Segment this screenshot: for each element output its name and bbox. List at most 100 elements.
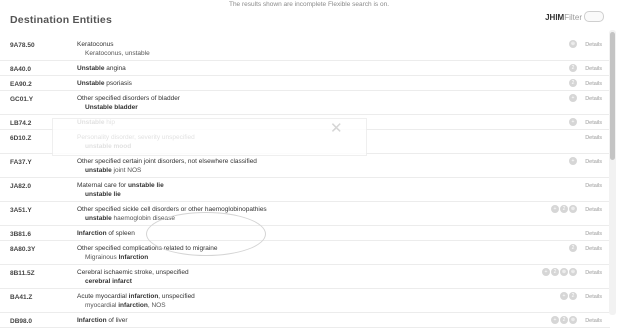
- text-part: psoriasis: [104, 80, 132, 87]
- entity-texts: Unstable psoriasis: [77, 76, 610, 90]
- hover-popup: ✕: [52, 118, 367, 156]
- entity-texts: Other specified certain joint disorders,…: [77, 154, 610, 177]
- entity-synonym: unstable lie: [77, 190, 610, 199]
- entity-status-icon[interactable]: +: [569, 157, 577, 166]
- entity-code: 3B81.6: [10, 231, 31, 238]
- entity-icons: +2 ⊗ ⊕: [541, 268, 577, 277]
- entity-synonym: Migrainous Infarction: [77, 253, 610, 262]
- details-link[interactable]: Details: [585, 80, 602, 89]
- jhim-filter-toggle[interactable]: JHIMFilter: [545, 11, 604, 22]
- details-link[interactable]: Details: [585, 95, 602, 104]
- entity-status-icon[interactable]: +: [551, 316, 559, 325]
- entity-row[interactable]: EA90.2 Unstable psoriasis 2 Details: [0, 76, 610, 91]
- entity-texts: Other specified disorders of bladder Unst…: [77, 91, 610, 114]
- details-link[interactable]: Details: [585, 119, 602, 128]
- details-link[interactable]: Details: [585, 269, 602, 278]
- details-link[interactable]: Details: [585, 158, 602, 167]
- entity-code: 3A51.Y: [10, 207, 32, 214]
- entity-row[interactable]: GC01.Y Other specified disorders of bladd…: [0, 91, 610, 115]
- filter-toggle-switch[interactable]: [584, 11, 604, 22]
- entity-title: Other specified sickle cell disorders or…: [77, 205, 610, 214]
- details-link[interactable]: Details: [585, 41, 602, 50]
- page-header: Destination Entities JHIMFilter: [10, 11, 604, 33]
- entity-title: Other specified certain joint disorders,…: [77, 157, 610, 166]
- details-link[interactable]: Details: [585, 293, 602, 302]
- text-part: unstable: [85, 215, 112, 222]
- entity-status-icon[interactable]: ⊗: [569, 205, 577, 214]
- text-part: cerebral infarct: [85, 278, 132, 285]
- entity-synonym: myocardial infarction, NOS: [77, 301, 610, 310]
- entity-status-icon[interactable]: +: [560, 292, 568, 301]
- text-part: of spleen: [106, 230, 135, 237]
- entity-icons: +: [568, 94, 577, 103]
- details-link[interactable]: Details: [585, 65, 602, 74]
- entity-texts: Keratoconus Keratoconus, unstable: [77, 37, 610, 60]
- entity-status-icon[interactable]: +: [569, 94, 577, 103]
- entity-code: FA37.Y: [10, 159, 32, 166]
- entity-row[interactable]: FA37.Y Other specified certain joint diso…: [0, 154, 610, 178]
- scrollbar-thumb[interactable]: [610, 32, 615, 160]
- details-link[interactable]: Details: [585, 317, 602, 326]
- entity-row[interactable]: JA82.0 Maternal care for unstable lie unst…: [0, 178, 610, 202]
- details-link[interactable]: Details: [585, 230, 602, 239]
- text-part: Keratoconus, unstable: [85, 50, 150, 57]
- entity-status-icon[interactable]: ⊗: [569, 316, 577, 325]
- entity-row[interactable]: 8A40.0 Unstable angina 2 Details: [0, 61, 610, 76]
- incomplete-results-notice: The results shown are incomplete Flexibl…: [228, 1, 390, 8]
- entity-icons: 2: [568, 244, 577, 253]
- destination-entities-list: 9A78.50 Keratoconus Keratoconus, unstable ⊕…: [0, 37, 610, 328]
- entity-code: JA82.0: [10, 183, 31, 190]
- entity-texts: Acute myocardial infarction, unspecified…: [77, 289, 610, 312]
- entity-code: GC01.Y: [10, 96, 34, 103]
- entity-row[interactable]: 3A51.Y Other specified sickle cell disord…: [0, 202, 610, 226]
- entity-icons: 2: [568, 79, 577, 88]
- entity-title: Unstable angina: [77, 64, 610, 73]
- text-part: Unstable bladder: [85, 104, 138, 111]
- entity-code: 8A80.3Y: [10, 246, 36, 253]
- entity-title: Maternal care for unstable lie: [77, 181, 610, 190]
- entity-title: Other specified disorders of bladder: [77, 94, 610, 103]
- entity-status-icon[interactable]: 2: [560, 205, 568, 214]
- entity-status-icon[interactable]: ⊗: [560, 268, 568, 277]
- entity-status-icon[interactable]: 2: [569, 244, 577, 253]
- entity-title: Cerebral ischaemic stroke, unspecified: [77, 268, 610, 277]
- text-part: Other specified certain joint disorders,…: [77, 158, 257, 165]
- entity-status-icon[interactable]: 2: [569, 79, 577, 88]
- entity-status-icon[interactable]: 2: [551, 268, 559, 277]
- entity-code: 8B11.5Z: [10, 270, 35, 277]
- entity-texts: Unstable angina: [77, 61, 610, 75]
- vertical-scrollbar[interactable]: [609, 30, 616, 315]
- entity-status-icon[interactable]: 2: [569, 64, 577, 73]
- entity-status-icon[interactable]: 2: [560, 316, 568, 325]
- text-part: Unstable: [77, 80, 105, 87]
- text-part: Unstable: [77, 65, 105, 72]
- entity-row[interactable]: BA41.Z Acute myocardial infarction, unspe…: [0, 289, 610, 313]
- text-part: Infarction: [118, 254, 149, 261]
- entity-row[interactable]: 8B11.5Z Cerebral ischaemic stroke, unspec…: [0, 265, 610, 289]
- entity-code: EA90.2: [10, 81, 32, 88]
- entity-status-icon[interactable]: +: [569, 118, 577, 127]
- entity-status-icon[interactable]: 2: [569, 292, 577, 301]
- jhim-label: JHIM: [545, 13, 565, 22]
- entity-row[interactable]: 9A78.50 Keratoconus Keratoconus, unstable ⊕…: [0, 37, 610, 61]
- details-link[interactable]: Details: [585, 134, 602, 143]
- close-icon[interactable]: ✕: [330, 121, 343, 136]
- text-part: Acute myocardial: [77, 293, 129, 300]
- entity-row[interactable]: 3B81.6 Infarction of spleen Details: [0, 226, 610, 241]
- text-part: angina: [104, 65, 126, 72]
- entity-status-icon[interactable]: ⊕: [569, 268, 577, 277]
- text-part: Cerebral ischaemic stroke, unspecified: [77, 269, 189, 276]
- entity-status-icon[interactable]: +: [551, 205, 559, 214]
- details-link[interactable]: Details: [585, 206, 602, 215]
- entity-texts: Cerebral ischaemic stroke, unspecified ce…: [77, 265, 610, 288]
- text-part: Other specified sickle cell disorders or…: [77, 206, 267, 213]
- entity-icons: +2: [559, 292, 577, 301]
- details-link[interactable]: Details: [585, 182, 602, 191]
- entity-row[interactable]: 8A80.3Y Other specified complications rel…: [0, 241, 610, 265]
- entity-texts: Maternal care for unstable lie unstable l…: [77, 178, 610, 201]
- entity-status-icon[interactable]: +: [542, 268, 550, 277]
- entity-status-icon[interactable]: ⊕: [569, 40, 577, 49]
- entity-texts: Infarction of liver: [77, 313, 610, 327]
- details-link[interactable]: Details: [585, 245, 602, 254]
- entity-code: 8A40.0: [10, 66, 31, 73]
